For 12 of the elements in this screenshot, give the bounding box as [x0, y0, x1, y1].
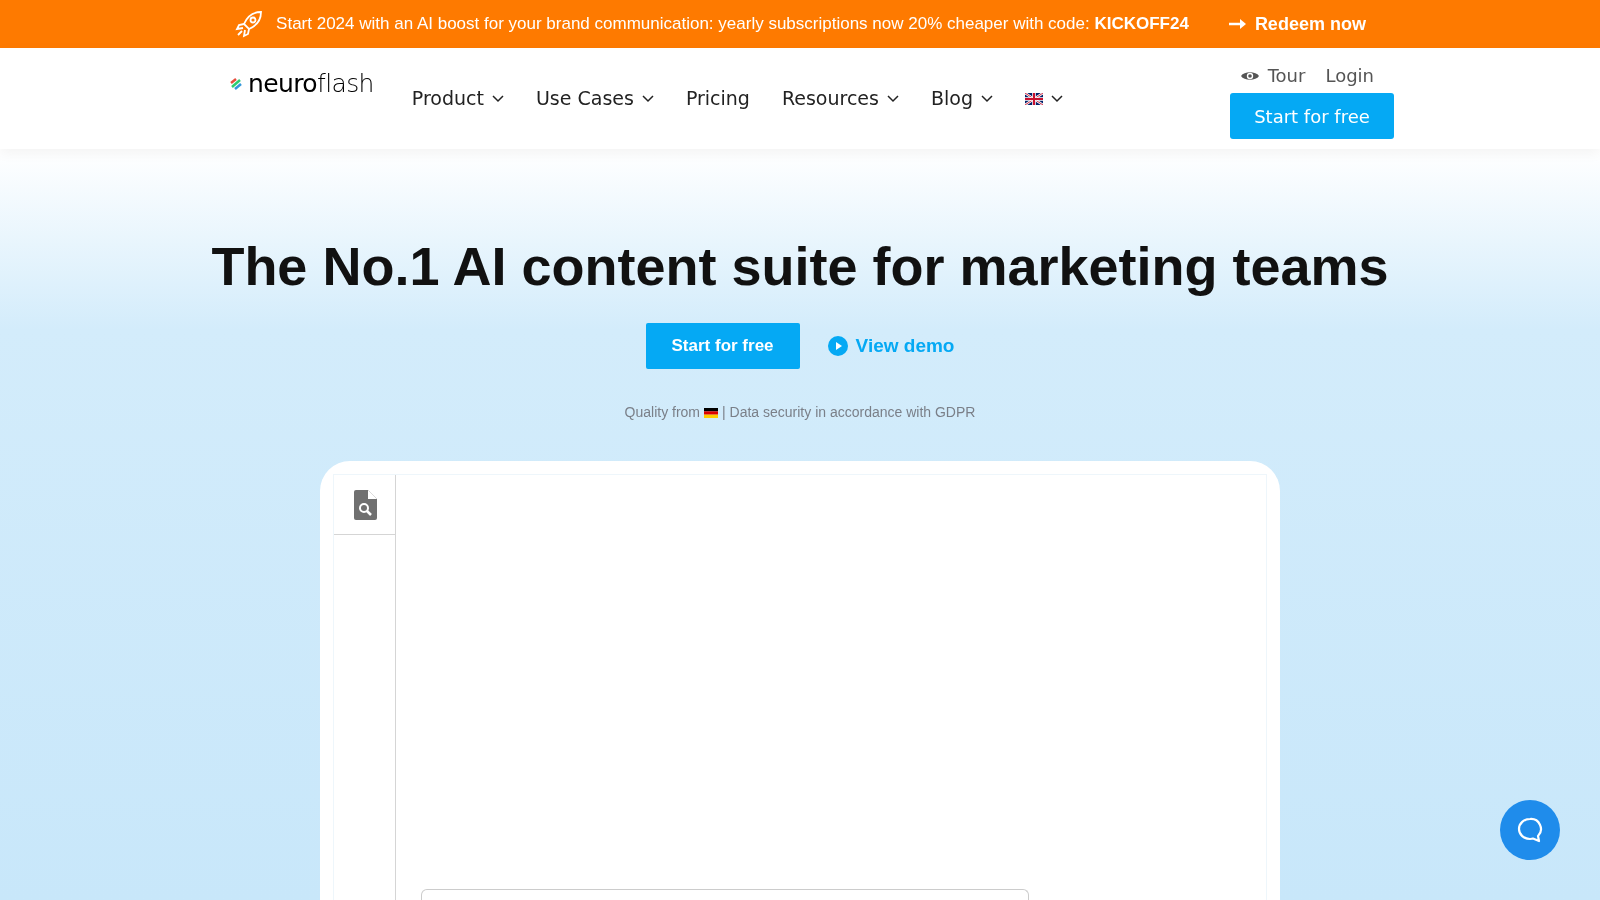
logo-text: neuroflash — [248, 67, 374, 100]
nav-dropdown[interactable]: Product — [411, 84, 504, 113]
note-text: | Data security in accordance with GDPR — [722, 403, 976, 422]
nav-dropdown[interactable]: Resources — [781, 84, 899, 113]
nav-dropdown[interactable]: Use Cases — [535, 84, 654, 113]
note-text: Quality from — [624, 403, 701, 422]
promo-text: Start 2024 with an AI boost for your brand communication: yearly subscriptions now 20% cheaper with code: KICKOFF24 — [276, 13, 1189, 36]
nav-link[interactable]: Pricing — [685, 84, 750, 113]
nav-dropdown[interactable]: Blog — [930, 84, 993, 113]
login-link[interactable]: Login — [1325, 62, 1374, 89]
neuroflash-logo[interactable]: neuroflash — [230, 64, 374, 103]
tour-link[interactable]: Tour — [1239, 62, 1306, 89]
